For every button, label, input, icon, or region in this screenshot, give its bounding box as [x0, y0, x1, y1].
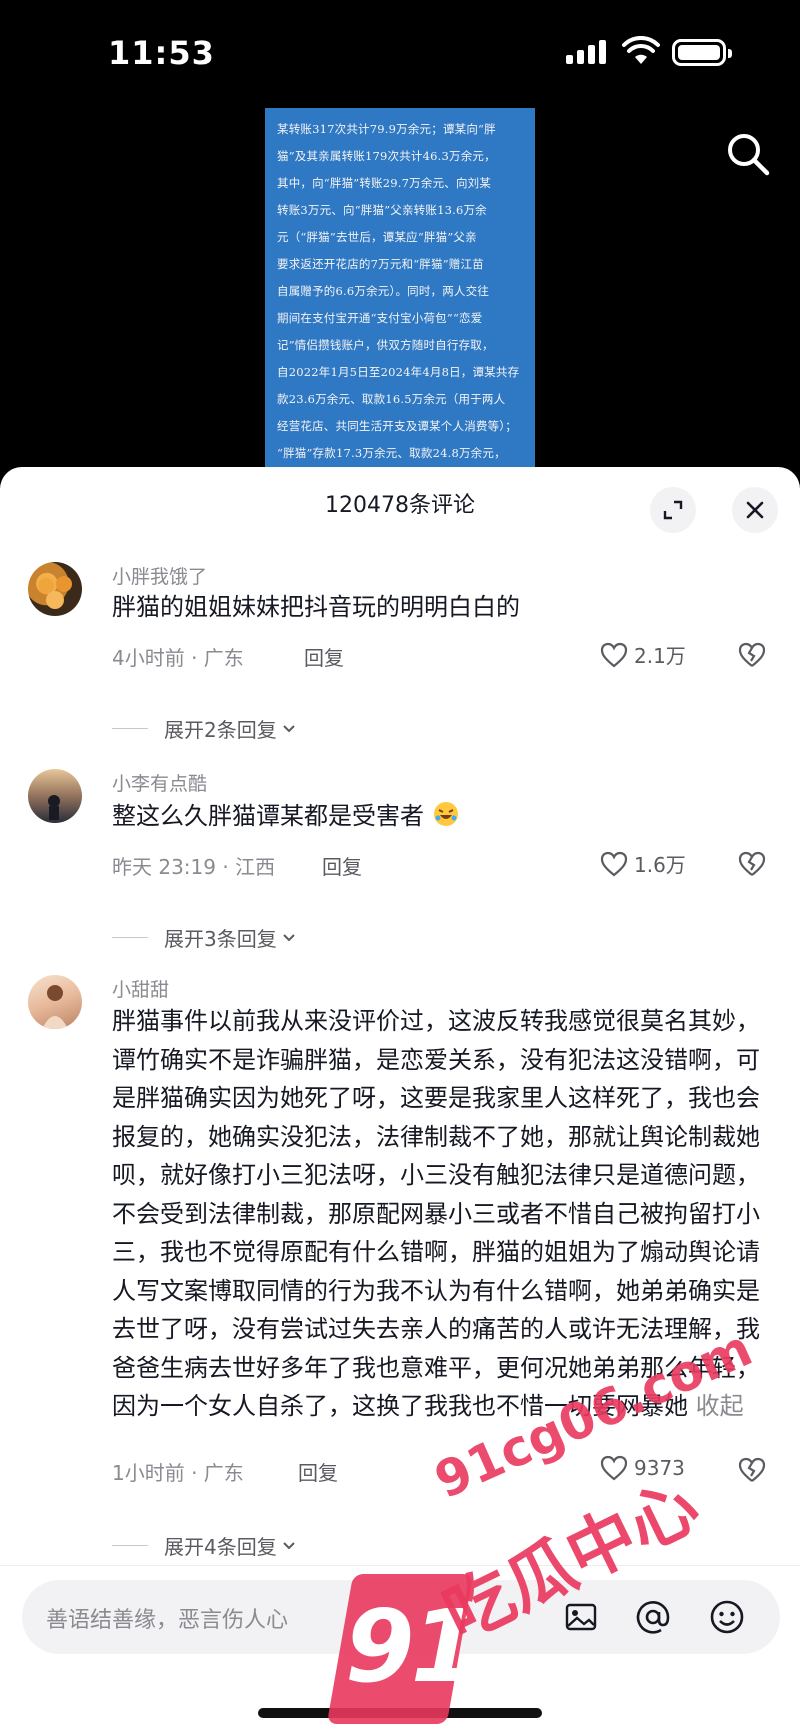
like-count: 2.1万: [634, 644, 686, 668]
comment-text: 整这么久胖猫谭某都是受害者: [112, 797, 762, 836]
status-time: 11:53: [108, 34, 215, 72]
chevron-down-icon: [283, 1541, 295, 1549]
status-bar: 11:53: [0, 0, 800, 110]
comment-item: 小李有点酷 整这么久胖猫谭某都是受害者 昨天 23:19 · 江西 回复 1.6…: [0, 769, 800, 959]
expand-replies-button[interactable]: 展开4条回复: [112, 1531, 298, 1560]
divider: [112, 1545, 148, 1546]
input-divider: [0, 1565, 800, 1566]
heart-icon: [600, 851, 628, 876]
document-text: 某转账317次共计79.9万余元；谭某向“胖 猫”及其亲属转账179次共计46.…: [277, 122, 520, 478]
expand-icon: [663, 500, 683, 520]
expand-replies-label: 展开4条回复: [164, 1535, 277, 1559]
broken-heart-icon[interactable]: [738, 1457, 766, 1483]
chevron-down-icon: [283, 933, 295, 941]
expand-replies-label: 展开3条回复: [164, 927, 277, 951]
avatar[interactable]: [28, 975, 82, 1029]
comment-meta: 1小时前 · 广东: [112, 1461, 244, 1485]
expand-replies-button[interactable]: 展开2条回复: [112, 714, 298, 743]
avatar[interactable]: [28, 562, 82, 616]
comment-text: 胖猫的姐姐妹妹把抖音玩的明明白白的: [112, 593, 520, 621]
comment-meta: 昨天 23:19 · 江西: [112, 855, 276, 879]
comment-meta: 4小时前 · 广东: [112, 646, 244, 670]
expand-replies-button[interactable]: 展开3条回复: [112, 923, 298, 952]
screen: { "status_bar": { "time": "11:53" }, "vi…: [0, 0, 800, 1736]
comment-text-content: 整这么久胖猫谭某都是受害者: [112, 802, 424, 830]
chevron-down-icon: [283, 724, 295, 732]
expand-button[interactable]: [650, 487, 696, 533]
battery-icon: [672, 39, 732, 66]
wifi-icon: [622, 36, 660, 64]
reply-button[interactable]: 回复: [304, 642, 344, 671]
broken-heart-icon[interactable]: [738, 642, 766, 668]
like-count: 1.6万: [634, 853, 686, 877]
avatar[interactable]: [28, 769, 82, 823]
like-button[interactable]: 1.6万: [600, 849, 686, 878]
comment-username[interactable]: 小胖我饿了: [112, 562, 207, 589]
laughing-emoji-icon: [433, 802, 458, 826]
close-icon: [746, 501, 764, 519]
cellular-signal-icon: [566, 40, 606, 64]
emoji-icon[interactable]: [708, 1598, 746, 1636]
comment-username[interactable]: 小李有点酷: [112, 769, 207, 796]
broken-heart-icon[interactable]: [738, 851, 766, 877]
divider: [112, 937, 148, 938]
like-button[interactable]: 2.1万: [600, 640, 686, 669]
comment-username[interactable]: 小甜甜: [112, 975, 169, 1002]
mention-icon[interactable]: [634, 1598, 672, 1636]
comment-item: 小胖我饿了 胖猫的姐姐妹妹把抖音玩的明明白白的 4小时前 · 广东 回复 2.1…: [0, 562, 800, 752]
expand-replies-label: 展开2条回复: [164, 718, 277, 742]
divider: [112, 728, 148, 729]
video-document-image: 某转账317次共计79.9万余元；谭某向“胖 猫”及其亲属转账179次共计46.…: [265, 108, 535, 478]
reply-button[interactable]: 回复: [298, 1457, 338, 1486]
comment-input-placeholder: 善语结善缘，恶言伤人心: [46, 1608, 289, 1633]
close-button[interactable]: [732, 487, 778, 533]
heart-icon: [600, 642, 628, 667]
search-icon[interactable]: [724, 130, 772, 178]
reply-button[interactable]: 回复: [322, 851, 362, 880]
